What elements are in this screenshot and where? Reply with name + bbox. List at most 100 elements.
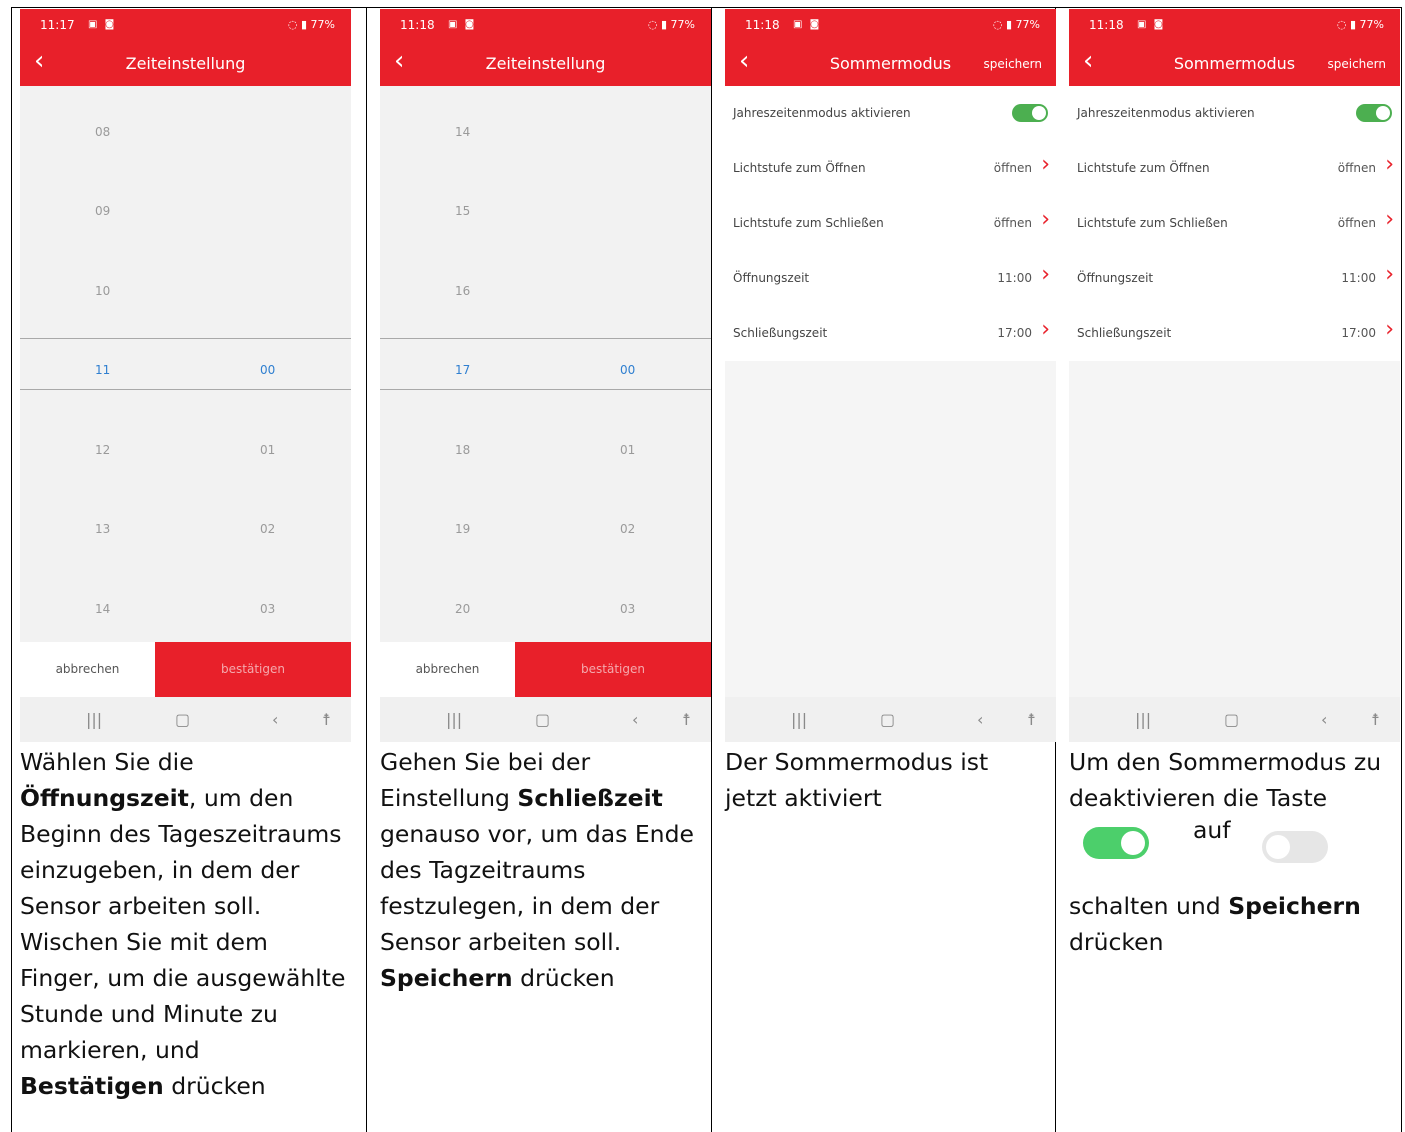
hour-option[interactable]: 18 — [455, 443, 470, 457]
battery-status: ◌ ▮ 77% — [287, 18, 335, 31]
row-label: Öffnungszeit — [733, 271, 810, 285]
chevron-right-icon: › — [1385, 207, 1394, 232]
save-button[interactable]: speichern — [1328, 57, 1387, 71]
accessibility-icon[interactable]: ☨ — [1027, 710, 1036, 729]
closing-time-row[interactable]: Schließungszeit 17:00 › — [1069, 306, 1400, 361]
season-mode-toggle[interactable] — [1012, 104, 1048, 122]
confirm-button[interactable]: bestätigen — [155, 642, 351, 697]
season-mode-toggle-row[interactable]: Jahreszeitenmodus aktivieren — [725, 86, 1056, 141]
minute-option[interactable]: 02 — [620, 522, 635, 536]
light-level-close-row[interactable]: Lichtstufe zum Schließen öffnen › — [725, 196, 1056, 251]
row-label: Lichtstufe zum Öffnen — [733, 161, 866, 175]
minute-selected[interactable]: 00 — [260, 363, 275, 377]
android-nav-bar: ||| ▢ ‹ ☨ — [380, 697, 711, 742]
row-value: öffnen — [993, 161, 1032, 175]
minute-option[interactable]: 01 — [620, 443, 635, 457]
time-picker[interactable]: 14 15 16 17 00 18 01 19 02 20 03 — [380, 86, 711, 642]
row-label: Schließungszeit — [733, 326, 828, 340]
status-bar: 11:17 ▣ ◙ ◌ ▮ 77% — [20, 9, 351, 42]
hour-option[interactable]: 12 — [95, 443, 110, 457]
light-level-close-row[interactable]: Lichtstufe zum Schließen öffnen › — [1069, 196, 1400, 251]
row-value: öffnen — [1337, 216, 1376, 230]
home-icon[interactable]: ▢ — [175, 710, 190, 729]
cancel-button[interactable]: abbrechen — [380, 642, 515, 697]
row-value: öffnen — [1337, 161, 1376, 175]
selection-line-top — [20, 338, 351, 339]
settings-list: Jahreszeitenmodus aktivieren Lichtstufe … — [725, 86, 1056, 361]
confirm-button[interactable]: bestätigen — [515, 642, 711, 697]
toggle-illustration: auf — [1069, 816, 1394, 888]
row-label: Lichtstufe zum Öffnen — [1077, 161, 1210, 175]
instruction-text-2: Gehen Sie bei der Einstellung Schließzei… — [380, 748, 694, 992]
home-icon[interactable]: ▢ — [1224, 710, 1239, 729]
minute-option[interactable]: 02 — [260, 522, 275, 536]
light-level-open-row[interactable]: Lichtstufe zum Öffnen öffnen › — [1069, 141, 1400, 196]
notification-icons: ▣ ◙ — [448, 19, 477, 30]
back-icon[interactable]: ‹ — [632, 710, 638, 729]
selection-line-bottom — [20, 389, 351, 390]
accessibility-icon[interactable]: ☨ — [1371, 710, 1380, 729]
phone-screen-time-setting-close: 11:18 ▣ ◙ ◌ ▮ 77% ‹ Zeiteinstellung 14 1… — [380, 9, 711, 742]
home-icon[interactable]: ▢ — [880, 710, 895, 729]
minute-option[interactable]: 03 — [260, 602, 275, 616]
hour-option[interactable]: 10 — [95, 284, 110, 298]
minute-option[interactable]: 03 — [620, 602, 635, 616]
row-value: 11:00 — [1341, 271, 1376, 285]
light-level-open-row[interactable]: Lichtstufe zum Öffnen öffnen › — [725, 141, 1056, 196]
selection-line-bottom — [380, 389, 711, 390]
back-icon[interactable]: ‹ — [272, 710, 278, 729]
accessibility-icon[interactable]: ☨ — [682, 710, 691, 729]
settings-list: Jahreszeitenmodus aktivieren Lichtstufe … — [1069, 86, 1400, 361]
caption-auf: auf — [1193, 816, 1231, 844]
caption-line-1: Um den Sommermodus zu deaktivieren die T… — [1069, 748, 1382, 812]
row-label: Schließungszeit — [1077, 326, 1172, 340]
home-icon[interactable]: ▢ — [535, 710, 550, 729]
minute-selected[interactable]: 00 — [620, 363, 635, 377]
hour-selected[interactable]: 17 — [455, 363, 470, 377]
hour-option[interactable]: 13 — [95, 522, 110, 536]
hour-option[interactable]: 08 — [95, 125, 110, 139]
hour-option[interactable]: 20 — [455, 602, 470, 616]
accessibility-icon[interactable]: ☨ — [322, 710, 331, 729]
column-2: 11:18 ▣ ◙ ◌ ▮ 77% ‹ Zeiteinstellung 14 1… — [367, 8, 712, 1132]
instruction-text-3: Der Sommermodus ist jetzt aktiviert — [725, 748, 989, 812]
hour-option[interactable]: 09 — [95, 204, 110, 218]
hour-option[interactable]: 19 — [455, 522, 470, 536]
phone-screen-time-setting-open: 11:17 ▣ ◙ ◌ ▮ 77% ‹ Zeiteinstellung 08 0… — [20, 9, 351, 742]
phone-screen-summer-mode-on: 11:18 ▣ ◙ ◌ ▮ 77% ‹ Sommermodus speicher… — [725, 9, 1056, 742]
back-icon[interactable]: ‹ — [1321, 710, 1327, 729]
status-time: 11:17 — [40, 18, 75, 32]
season-mode-toggle-row[interactable]: Jahreszeitenmodus aktivieren — [1069, 86, 1400, 141]
row-label: Öffnungszeit — [1077, 271, 1154, 285]
closing-time-row[interactable]: Schließungszeit 17:00 › — [725, 306, 1056, 361]
season-mode-toggle[interactable] — [1356, 104, 1392, 122]
recent-apps-icon[interactable]: ||| — [1135, 710, 1151, 729]
notification-icons: ▣ ◙ — [793, 19, 822, 30]
android-nav-bar: ||| ▢ ‹ ☨ — [20, 697, 351, 742]
minute-option[interactable]: 01 — [260, 443, 275, 457]
hour-selected[interactable]: 11 — [95, 363, 110, 377]
notification-icons: ▣ ◙ — [88, 19, 117, 30]
chevron-right-icon: › — [1385, 317, 1394, 342]
hour-option[interactable]: 14 — [95, 602, 110, 616]
hour-option[interactable]: 16 — [455, 284, 470, 298]
selection-line-top — [380, 338, 711, 339]
column-3: 11:18 ▣ ◙ ◌ ▮ 77% ‹ Sommermodus speicher… — [712, 8, 1056, 1132]
hour-option[interactable]: 14 — [455, 125, 470, 139]
recent-apps-icon[interactable]: ||| — [446, 710, 462, 729]
hour-option[interactable]: 15 — [455, 204, 470, 218]
opening-time-row[interactable]: Öffnungszeit 11:00 › — [1069, 251, 1400, 306]
instruction-text-4: Um den Sommermodus zu deaktivieren die T… — [1069, 744, 1394, 960]
app-bar: ‹ Zeiteinstellung — [20, 42, 351, 86]
cancel-button[interactable]: abbrechen — [20, 642, 155, 697]
time-picker[interactable]: 08 09 10 11 00 12 01 13 02 14 03 — [20, 86, 351, 642]
save-button[interactable]: speichern — [984, 57, 1043, 71]
back-icon[interactable]: ‹ — [977, 710, 983, 729]
opening-time-row[interactable]: Öffnungszeit 11:00 › — [725, 251, 1056, 306]
recent-apps-icon[interactable]: ||| — [86, 710, 102, 729]
row-label: Jahreszeitenmodus aktivieren — [733, 106, 911, 120]
recent-apps-icon[interactable]: ||| — [791, 710, 807, 729]
app-bar: ‹ Sommermodus speichern — [1069, 42, 1400, 86]
battery-status: ◌ ▮ 77% — [647, 18, 695, 31]
page-title: Zeiteinstellung — [485, 54, 606, 73]
